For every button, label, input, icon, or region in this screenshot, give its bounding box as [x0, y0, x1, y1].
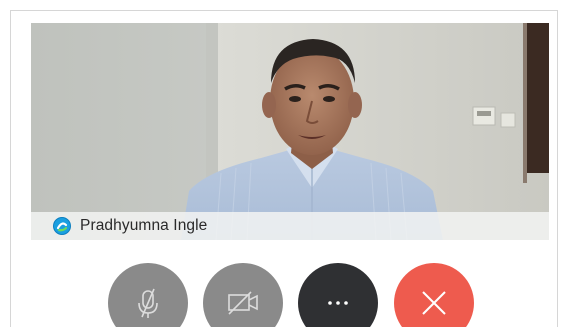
- end-call-icon: [422, 291, 446, 315]
- mute-button[interactable]: [108, 263, 188, 327]
- microphone-muted-icon: [138, 288, 158, 318]
- camera-off-icon: [228, 291, 258, 315]
- participant-name-bar: Pradhyumna Ingle: [31, 212, 549, 240]
- participant-name: Pradhyumna Ingle: [80, 217, 208, 234]
- call-controls: [11, 263, 557, 327]
- camera-toggle-button[interactable]: [203, 263, 283, 327]
- end-call-button[interactable]: [394, 263, 474, 327]
- video-feed: [31, 23, 549, 240]
- presence-status-icon: [53, 217, 71, 235]
- more-options-icon: [328, 301, 348, 305]
- participant-video: Pradhyumna Ingle: [31, 23, 549, 240]
- call-window: Pradhyumna Ingle: [10, 10, 558, 327]
- more-options-button[interactable]: [298, 263, 378, 327]
